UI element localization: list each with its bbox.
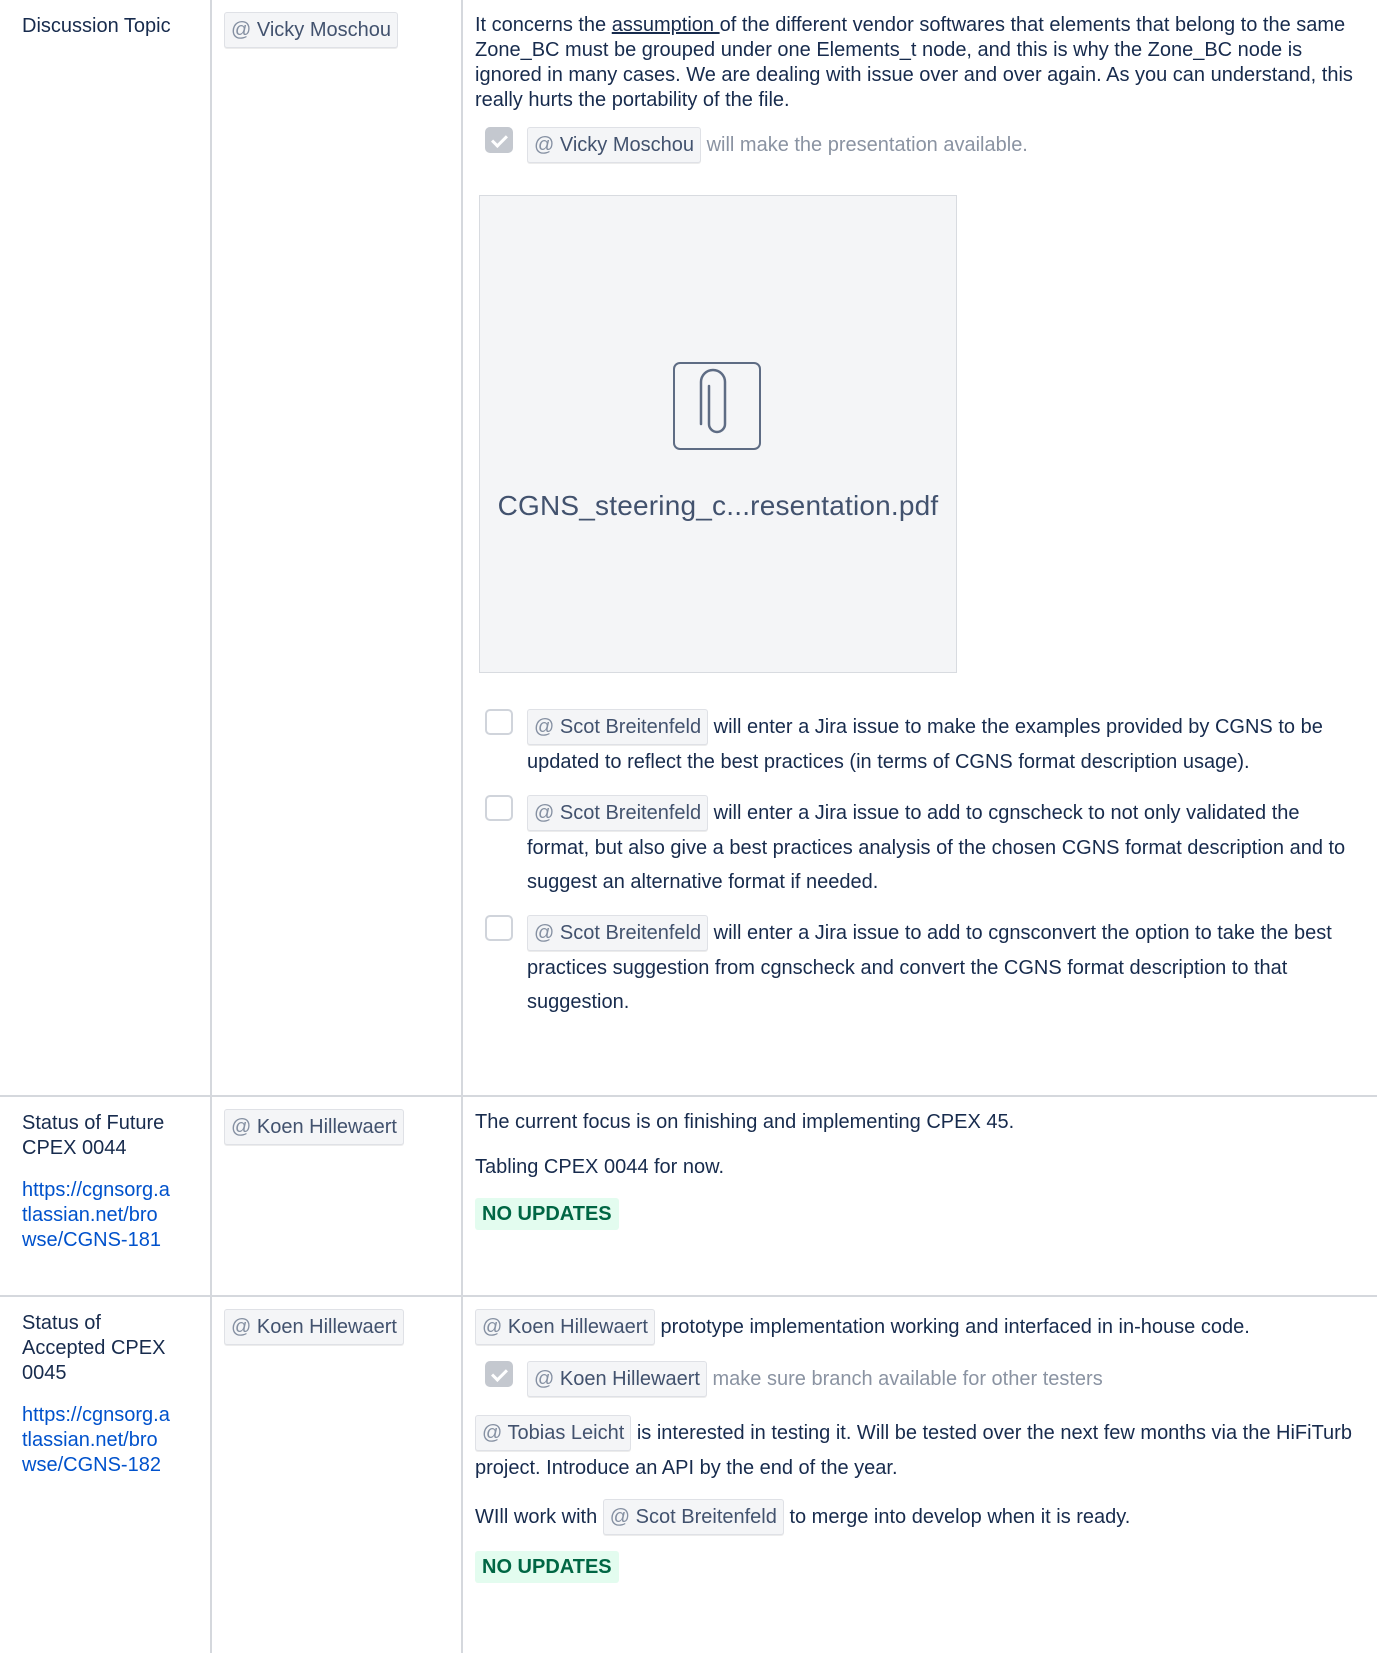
table-row: Discussion Topic @ Vicky Moschou It conc… <box>0 0 1377 1097</box>
topic-cell: Discussion Topic <box>0 0 212 1097</box>
notes-cell: It concerns the assumption of the differ… <box>461 0 1377 1097</box>
task-item: @ Koen Hillewaert make sure branch avail… <box>475 1361 1353 1397</box>
paperclip-icon <box>673 362 761 450</box>
task-checkbox[interactable] <box>485 1361 513 1387</box>
table-row: Status of Accepted CPEX 0045 https://cgn… <box>0 1295 1377 1653</box>
topic-title: Status of Future CPEX 0044 <box>22 1112 165 1159</box>
notes-cell: @ Koen Hillewaert prototype implementati… <box>461 1295 1377 1653</box>
notes-paragraph: @ Tobias Leicht is interested in testing… <box>475 1415 1353 1485</box>
task-checkbox[interactable] <box>485 915 513 941</box>
user-mention[interactable]: @ Vicky Moschou <box>224 12 399 48</box>
notes-paragraph: It concerns the assumption of the differ… <box>475 14 1353 111</box>
status-badge: NO UPDATES <box>475 1551 619 1583</box>
task-item: @ Scot Breitenfeld will enter a Jira iss… <box>475 915 1353 1019</box>
notes-paragraph: WIll work with @ Scot Breitenfeld to mer… <box>475 1499 1353 1535</box>
user-mention[interactable]: @ Vicky Moschou <box>527 127 702 163</box>
topic-cell: Status of Accepted CPEX 0045 https://cgn… <box>0 1295 212 1653</box>
task-item: @ Scot Breitenfeld will enter a Jira iss… <box>475 709 1353 779</box>
topic-cell: Status of Future CPEX 0044 https://cgnso… <box>0 1095 212 1297</box>
user-mention[interactable]: @ Koen Hillewaert <box>224 1309 404 1345</box>
notes-paragraph: Tabling CPEX 0044 for now. <box>475 1156 725 1178</box>
owner-cell: @ Vicky Moschou <box>210 0 463 1097</box>
user-mention[interactable]: @ Koen Hillewaert <box>475 1309 655 1345</box>
user-mention[interactable]: @ Scot Breitenfeld <box>527 795 709 831</box>
table-row: Status of Future CPEX 0044 https://cgnso… <box>0 1095 1377 1297</box>
task-checkbox[interactable] <box>485 795 513 821</box>
task-checkbox[interactable] <box>485 127 513 153</box>
owner-cell: @ Koen Hillewaert <box>210 1295 463 1653</box>
task-item: @ Scot Breitenfeld will enter a Jira iss… <box>475 795 1353 899</box>
notes-cell: The current focus is on finishing and im… <box>461 1095 1377 1297</box>
meeting-table: Discussion Topic @ Vicky Moschou It conc… <box>0 0 1377 1653</box>
user-mention[interactable]: @ Koen Hillewaert <box>527 1361 707 1397</box>
topic-title: Status of Accepted CPEX 0045 <box>22 1312 166 1384</box>
status-badge: NO UPDATES <box>475 1198 619 1230</box>
user-mention[interactable]: @ Koen Hillewaert <box>224 1109 404 1145</box>
user-mention[interactable]: @ Scot Breitenfeld <box>527 915 709 951</box>
task-item: @ Vicky Moschou will make the presentati… <box>475 127 1353 163</box>
notes-paragraph: @ Koen Hillewaert prototype implementati… <box>475 1309 1353 1345</box>
task-checkbox[interactable] <box>485 709 513 735</box>
jira-link[interactable]: https://cgnsorg.atlassian.net/browse/CGN… <box>22 1178 172 1253</box>
user-mention[interactable]: @ Tobias Leicht <box>475 1415 632 1451</box>
topic-title: Discussion Topic <box>22 15 171 37</box>
user-mention[interactable]: @ Scot Breitenfeld <box>527 709 709 745</box>
jira-link[interactable]: https://cgnsorg.atlassian.net/browse/CGN… <box>22 1403 172 1478</box>
user-mention[interactable]: @ Scot Breitenfeld <box>602 1499 784 1535</box>
attachment-filename: CGNS_steering_c...resentation.pdf <box>497 490 939 521</box>
owner-cell: @ Koen Hillewaert <box>210 1095 463 1297</box>
attachment-preview[interactable]: CGNS_steering_c...resentation.pdf <box>479 195 957 673</box>
notes-paragraph: The current focus is on finishing and im… <box>475 1111 1015 1133</box>
